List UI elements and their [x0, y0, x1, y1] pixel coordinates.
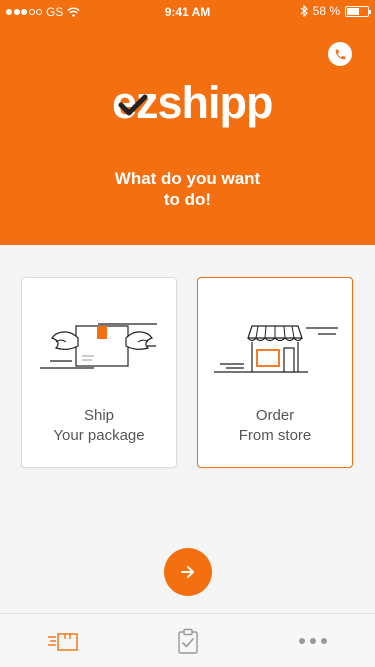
clipboard-tab-icon — [177, 628, 198, 654]
next-button[interactable] — [164, 548, 212, 596]
battery-level — [347, 7, 359, 15]
bluetooth-icon — [300, 5, 308, 17]
bottom-tab-bar — [0, 613, 375, 667]
store-icon — [214, 325, 338, 373]
winged-package-icon — [40, 323, 157, 369]
status-right: 58 % — [300, 4, 371, 18]
prompt-line-2: to do! — [163, 190, 212, 209]
battery-percent: 58 % — [312, 4, 340, 18]
ship-package-option[interactable]: Ship Your package — [21, 277, 177, 468]
more-dots-icon — [298, 637, 327, 644]
phone-icon — [335, 49, 345, 59]
order-from-store-option[interactable]: Order From store — [197, 277, 353, 468]
call-button[interactable] — [328, 42, 352, 66]
app-logo: ezshipp — [112, 76, 284, 132]
battery-icon — [345, 5, 371, 17]
ship-option-label: Ship Your package — [22, 406, 176, 446]
ship-option-subtitle: Your package — [53, 427, 145, 444]
logo-checkmark-icon — [118, 94, 148, 116]
tab-delivery[interactable] — [0, 614, 125, 667]
arrow-right-icon — [181, 566, 194, 578]
order-option-subtitle: From store — [238, 427, 312, 444]
order-option-label: Order From store — [198, 406, 352, 446]
tab-orders[interactable] — [125, 614, 250, 667]
prompt-line-1: What do you want — [114, 169, 261, 188]
tab-more[interactable] — [250, 614, 375, 667]
delivery-tab-icon — [47, 632, 78, 651]
ship-option-title: Ship — [83, 407, 115, 424]
page-prompt: What do you want to do! — [80, 168, 295, 210]
status-bar: GS 9:41 AM 58 % — [0, 0, 375, 24]
order-option-title: Order — [255, 407, 295, 424]
